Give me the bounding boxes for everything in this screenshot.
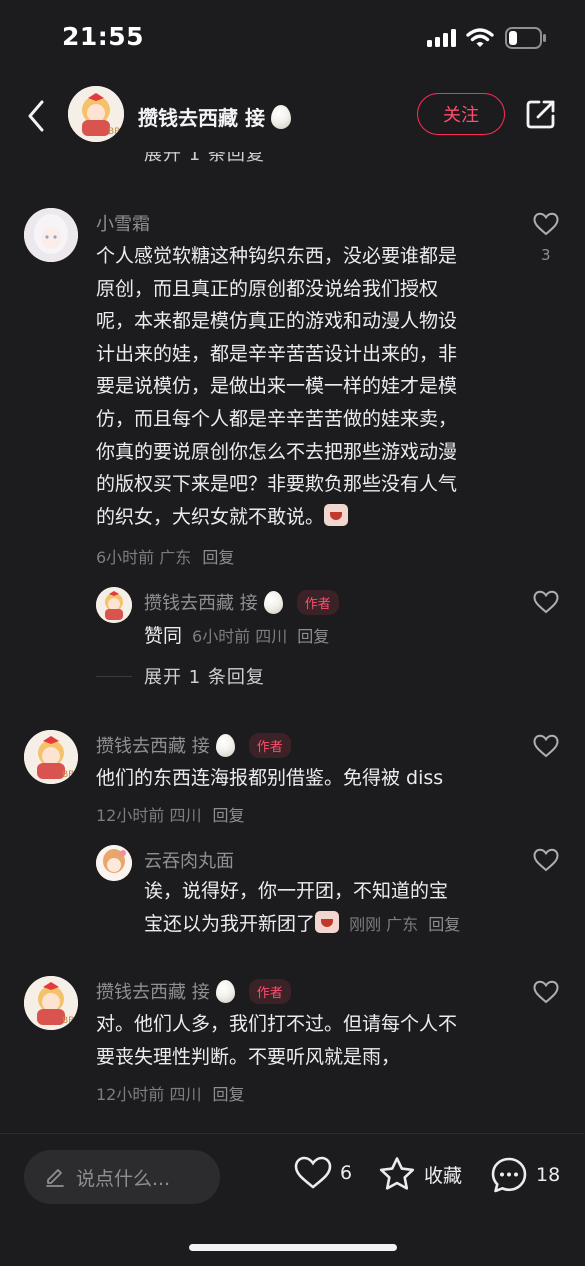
comment-input-placeholder: 说点什么...: [76, 1167, 171, 1190]
commenter-avatar[interactable]: [24, 208, 78, 262]
reply-button[interactable]: 回复: [213, 806, 245, 825]
like-heart-icon[interactable]: [533, 980, 559, 1004]
star-icon: [379, 1157, 415, 1190]
sticker-emoji-icon: [315, 910, 340, 933]
crying-emoji-icon: [324, 503, 349, 526]
like-heart-icon[interactable]: [533, 734, 559, 758]
author-badge: 作者: [248, 978, 291, 1004]
like-heart-icon[interactable]: [533, 212, 559, 236]
expand-divider: [96, 676, 132, 677]
comment-input[interactable]: 说点什么...: [24, 1150, 220, 1204]
author-avatar[interactable]: BB: [68, 86, 124, 142]
expand-replies-link[interactable]: 展开 1 条回复: [144, 663, 265, 689]
battery-icon: [505, 27, 546, 49]
back-arrow-icon[interactable]: [22, 96, 52, 136]
commenter-name[interactable]: 攒钱去西藏 接 作者: [96, 732, 291, 758]
svg-text:BB: BB: [62, 1016, 74, 1026]
egg-icon: [263, 590, 283, 614]
reply-button[interactable]: 回复: [202, 548, 234, 567]
commenter-avatar[interactable]: BB: [24, 730, 78, 784]
wifi-icon: [466, 28, 494, 47]
home-indicator[interactable]: [189, 1244, 397, 1251]
commenter-name[interactable]: 攒钱去西藏 接 作者: [96, 978, 291, 1004]
pencil-icon: [46, 1169, 64, 1187]
reply-button[interactable]: 回复: [213, 1085, 245, 1104]
heart-icon: [294, 1156, 332, 1189]
status-bar: 21:55: [0, 0, 585, 78]
collect-button[interactable]: 收藏: [378, 1156, 462, 1192]
like-heart-icon[interactable]: [533, 590, 559, 614]
egg-icon: [215, 733, 235, 757]
comment-text: 对。他们人多，我们打不过。但请每个人不 要丧失理性判断。不要听风就是雨，: [96, 1013, 458, 1068]
replier-avatar[interactable]: [96, 587, 132, 623]
author-name[interactable]: 攒钱去西藏 接: [138, 102, 291, 131]
svg-text:BB: BB: [62, 770, 74, 780]
sub-reply-text: 诶，说得好，你一开团，不知道的宝 宝还以为我开新团了 刚刚 广东 回复: [144, 880, 461, 935]
cellular-signal-icon: [427, 29, 456, 47]
author-badge: 作者: [248, 732, 291, 758]
comment-count: 18: [536, 1164, 561, 1186]
comments-button[interactable]: 18: [490, 1156, 560, 1194]
like-heart-icon[interactable]: [533, 848, 559, 872]
author-badge: 作者: [296, 589, 339, 615]
replier-name[interactable]: 云吞肉丸面: [144, 847, 234, 873]
egg-icon: [215, 979, 235, 1003]
follow-button[interactable]: 关注: [417, 93, 505, 135]
like-count: 6: [340, 1162, 353, 1184]
comment-text: 个人感觉软糖这种钩织东西，没必要谁都是 原创，而且真正的原创都没说给我们授权 呢…: [96, 245, 458, 528]
like-count: 3: [541, 246, 551, 264]
post-header: BB 攒钱去西藏 接 关注: [0, 78, 585, 152]
status-time: 21:55: [62, 22, 145, 51]
reply-button[interactable]: 回复: [428, 915, 460, 934]
replier-name[interactable]: 攒钱去西藏 接 作者: [144, 589, 339, 615]
comment-meta: 6小时前 广东 回复: [96, 548, 235, 567]
reply-button[interactable]: 回复: [297, 623, 329, 647]
sub-reply-text: 赞同: [144, 625, 183, 647]
sub-reply-meta: 6小时前 四川: [192, 627, 288, 646]
sub-reply-meta: 刚刚 广东: [349, 914, 419, 934]
comment-meta: 12小时前 四川 回复: [96, 1085, 245, 1104]
comment-bubble-icon: [491, 1157, 527, 1193]
egg-icon: [270, 104, 291, 129]
replier-avatar[interactable]: [96, 845, 132, 881]
sub-reply-body: 赞同 6小时前 四川 回复: [144, 621, 329, 648]
comment-text: 他们的东西连海报都别借鉴。免得被 diss: [96, 767, 444, 789]
share-icon[interactable]: [525, 98, 557, 130]
commenter-avatar[interactable]: BB: [24, 976, 78, 1030]
svg-text:BB: BB: [108, 127, 120, 137]
collect-label: 收藏: [424, 1164, 463, 1187]
comment-meta: 12小时前 四川 回复: [96, 806, 245, 825]
commenter-name[interactable]: 小雪霜: [96, 210, 150, 236]
like-button[interactable]: 6: [294, 1156, 352, 1190]
